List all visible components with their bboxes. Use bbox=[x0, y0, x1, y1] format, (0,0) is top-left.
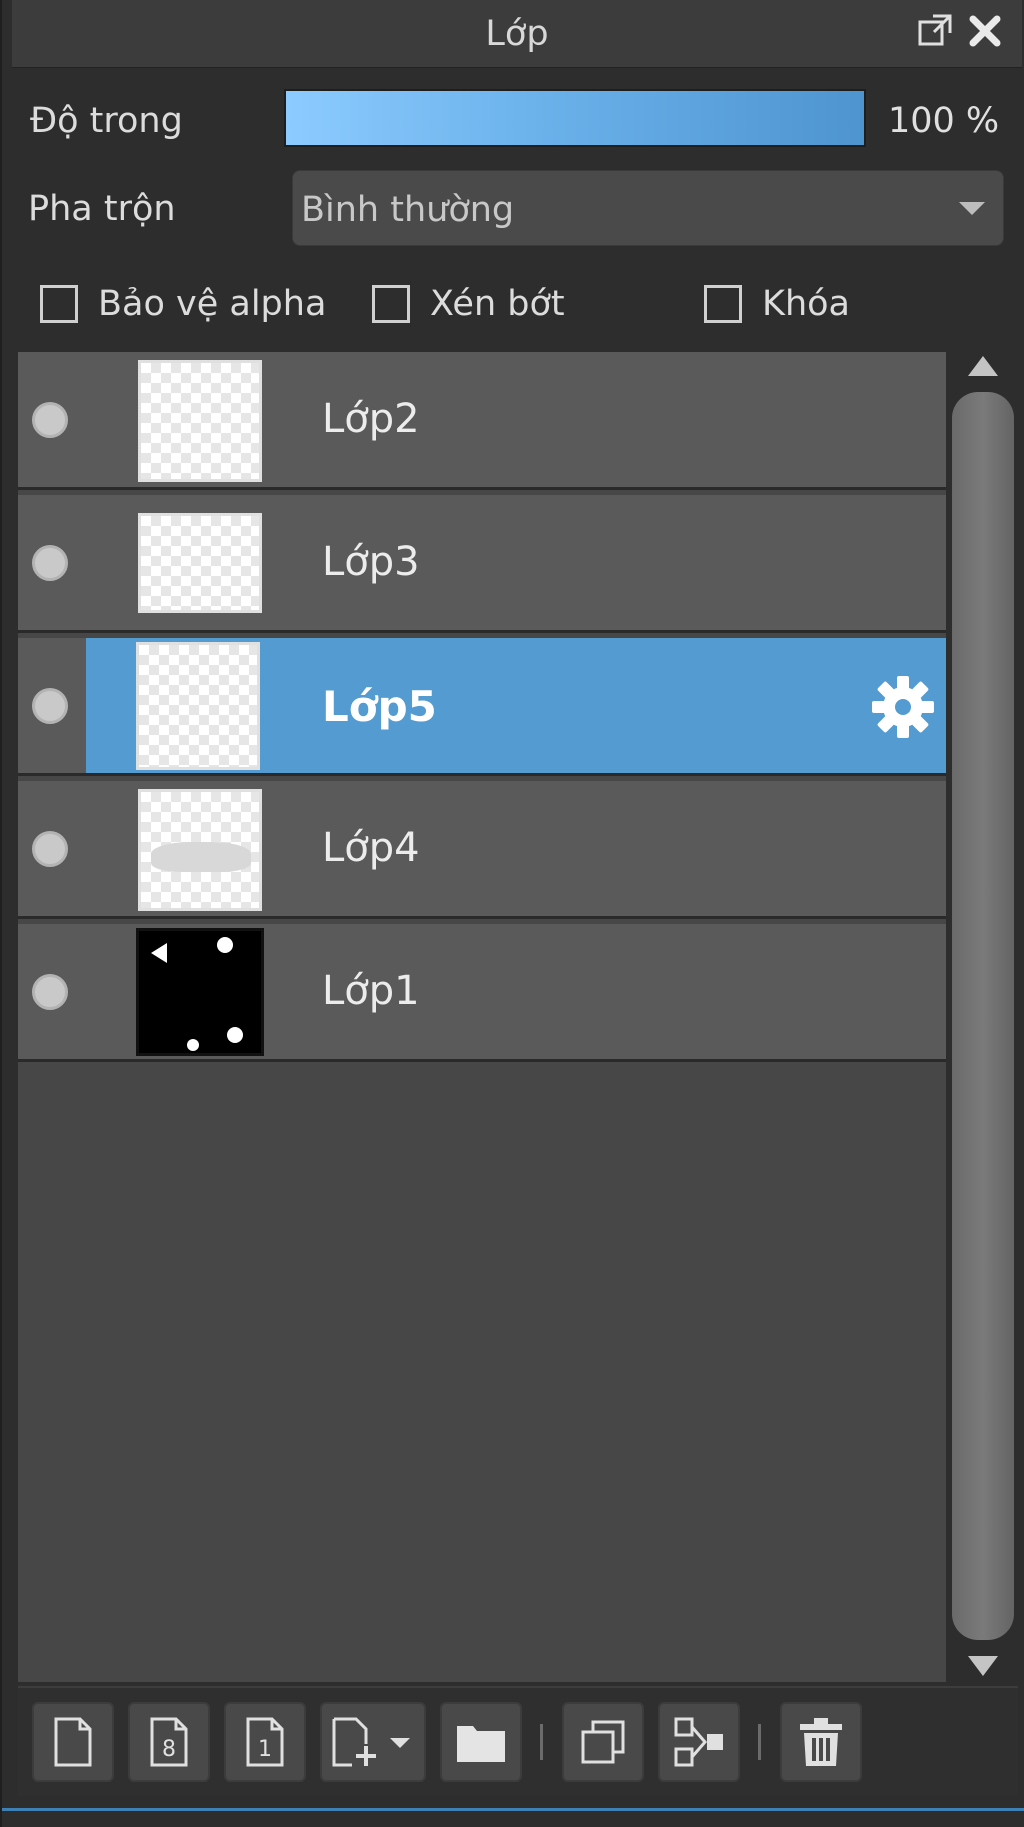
scroll-up-arrow[interactable] bbox=[968, 356, 998, 376]
duplicate-layer-button[interactable] bbox=[562, 1702, 644, 1782]
panel-title: Lớp bbox=[485, 14, 549, 54]
add-page-icon bbox=[332, 1717, 410, 1767]
opacity-slider[interactable] bbox=[284, 89, 866, 147]
layer-thumbnail bbox=[138, 789, 262, 911]
thumbnail-dot bbox=[227, 1027, 243, 1043]
blend-mode-value: Bình thường bbox=[301, 190, 515, 230]
layer-thumbnail bbox=[138, 360, 262, 482]
page-8-icon: 8 bbox=[150, 1717, 188, 1767]
checkbox-box[interactable] bbox=[372, 285, 410, 323]
visibility-toggle-icon[interactable] bbox=[32, 974, 68, 1010]
thumbnail-shape bbox=[151, 943, 167, 963]
layer-name: Lớp5 bbox=[322, 682, 437, 731]
new-1bit-layer-button[interactable]: 1 bbox=[224, 1702, 306, 1782]
thumbnail-dot bbox=[217, 937, 233, 953]
new-layer-button[interactable] bbox=[32, 1702, 114, 1782]
clipping-label: Xén bớt bbox=[430, 284, 565, 324]
visibility-toggle-icon[interactable] bbox=[32, 831, 68, 867]
checkbox-box[interactable] bbox=[40, 285, 78, 323]
gear-icon[interactable] bbox=[870, 674, 936, 740]
layer-row-selected[interactable]: Lớp5 bbox=[18, 638, 946, 776]
layer-thumbnail bbox=[136, 642, 260, 770]
checkbox-box[interactable] bbox=[704, 285, 742, 323]
visibility-toggle-icon[interactable] bbox=[32, 688, 68, 724]
panel-bottom-edge bbox=[2, 1808, 1024, 1827]
layer-row[interactable]: Lớp4 bbox=[18, 781, 946, 919]
layers-panel: Lớp Độ trong 100 % Pha trộn Bình thường … bbox=[0, 0, 1024, 1827]
layer-name: Lớp4 bbox=[322, 825, 420, 871]
merge-icon bbox=[674, 1717, 723, 1767]
new-page-icon bbox=[54, 1717, 92, 1767]
add-layer-dropdown-button[interactable] bbox=[320, 1702, 426, 1782]
blend-mode-dropdown[interactable]: Bình thường bbox=[292, 170, 1004, 246]
popout-icon[interactable] bbox=[914, 10, 956, 52]
layer-list[interactable]: Lớp2 Lớp3 Lớp5 Lớp4 Lớp1 bbox=[18, 352, 946, 1682]
layer-row[interactable]: Lớp3 bbox=[18, 495, 946, 633]
folder-icon bbox=[457, 1726, 505, 1762]
panel-titlebar: Lớp bbox=[12, 0, 1022, 68]
visibility-toggle-icon[interactable] bbox=[32, 545, 68, 581]
thumbnail-dot bbox=[187, 1039, 199, 1051]
trash-icon bbox=[800, 1718, 842, 1766]
layer-name: Lớp3 bbox=[322, 539, 420, 585]
layer-thumbnail bbox=[138, 513, 262, 613]
alpha-protect-checkbox[interactable]: Bảo vệ alpha bbox=[40, 284, 326, 324]
page-1-text: 1 bbox=[258, 1737, 272, 1762]
new-8bit-layer-button[interactable]: 8 bbox=[128, 1702, 210, 1782]
toolbar-separator bbox=[758, 1724, 761, 1760]
opacity-label: Độ trong bbox=[30, 101, 183, 141]
layer-row[interactable]: Lớp2 bbox=[18, 352, 946, 490]
page-1-icon: 1 bbox=[246, 1717, 284, 1767]
alpha-protect-label: Bảo vệ alpha bbox=[98, 284, 327, 324]
lock-checkbox[interactable]: Khóa bbox=[704, 284, 850, 324]
delete-layer-button[interactable] bbox=[780, 1702, 862, 1782]
layer-thumbnail bbox=[136, 928, 264, 1056]
merge-layer-button[interactable] bbox=[658, 1702, 740, 1782]
new-folder-button[interactable] bbox=[440, 1702, 522, 1782]
scroll-down-arrow[interactable] bbox=[968, 1656, 998, 1676]
scrollbar-thumb[interactable] bbox=[952, 392, 1014, 1640]
opacity-value: 100 % bbox=[888, 101, 1000, 141]
toolbar-separator bbox=[540, 1724, 543, 1760]
lock-label: Khóa bbox=[762, 284, 850, 324]
layer-name: Lớp1 bbox=[322, 968, 420, 1014]
layer-row[interactable]: Lớp1 bbox=[18, 924, 946, 1062]
visibility-toggle-icon[interactable] bbox=[32, 402, 68, 438]
layer-toolbar: 8 1 bbox=[18, 1686, 1018, 1796]
close-icon[interactable] bbox=[964, 10, 1006, 52]
blend-label: Pha trộn bbox=[28, 189, 176, 229]
layer-name: Lớp2 bbox=[322, 396, 420, 442]
duplicate-icon bbox=[581, 1720, 625, 1764]
chevron-down-icon bbox=[959, 202, 985, 215]
thumbnail-shape bbox=[151, 842, 251, 872]
page-8-text: 8 bbox=[162, 1737, 176, 1762]
clipping-checkbox[interactable]: Xén bớt bbox=[372, 284, 565, 324]
